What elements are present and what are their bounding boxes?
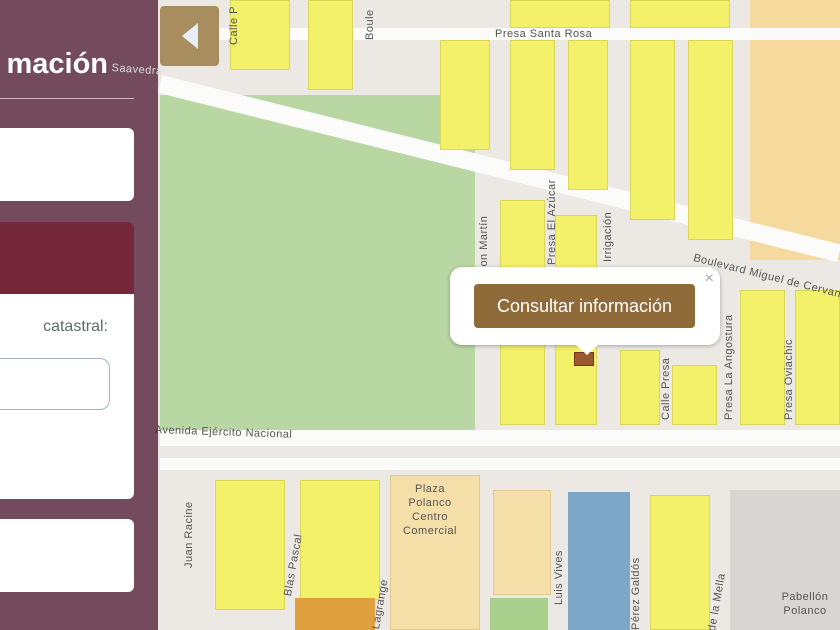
street-label: Calle P — [228, 6, 240, 45]
street-label: Calle Presa — [660, 357, 672, 420]
panel-card — [0, 128, 134, 201]
collapse-panel-button[interactable] — [160, 6, 219, 66]
parcel — [493, 490, 551, 595]
divider — [0, 98, 134, 99]
parcel — [295, 598, 375, 630]
parcel — [688, 40, 733, 240]
street-label: Boule — [364, 9, 376, 40]
close-icon[interactable]: × — [705, 270, 714, 288]
parcel — [630, 0, 730, 28]
street-label: Pérez Galdós — [630, 557, 642, 630]
parcel — [490, 598, 548, 630]
parcel — [440, 40, 490, 150]
parcel — [308, 0, 353, 90]
parcel — [740, 290, 785, 425]
street-label: Presa El Azúcar — [546, 179, 558, 265]
street-label: Presa La Angostura — [723, 314, 735, 420]
street-label: Irrigación — [602, 211, 614, 262]
parcel — [300, 480, 380, 600]
place-label: Pabellón Polanco — [781, 591, 829, 617]
parcel — [795, 290, 840, 425]
place-label: Plaza Polanco Centro Comercial — [402, 483, 457, 537]
panel-card — [0, 519, 134, 592]
road — [160, 458, 840, 470]
parcel — [510, 0, 610, 28]
parcel — [620, 350, 660, 425]
parcel — [630, 40, 675, 220]
street-label: Luis Vives — [553, 550, 565, 605]
parcel — [568, 492, 630, 630]
parcel — [568, 40, 608, 190]
panel-card-header — [0, 222, 134, 294]
street-label: Presa Santa Rosa — [495, 28, 593, 40]
street-label: Juan Racine — [183, 501, 195, 568]
parcel — [215, 480, 285, 610]
consult-info-button[interactable]: Consultar información — [474, 284, 695, 328]
map-popup: Consultar información × — [450, 267, 720, 355]
cadastral-input[interactable] — [0, 358, 110, 410]
panel-title: mación — [6, 48, 108, 80]
parcel — [650, 495, 710, 630]
info-panel: mación catastral: — [0, 0, 158, 630]
cadastral-label: catastral: — [43, 318, 108, 335]
parcel — [672, 365, 717, 425]
search-card: catastral: — [0, 294, 134, 499]
street-label: Presa Oviachic — [783, 339, 795, 420]
chevron-left-icon — [181, 23, 198, 49]
parcel — [510, 40, 555, 170]
